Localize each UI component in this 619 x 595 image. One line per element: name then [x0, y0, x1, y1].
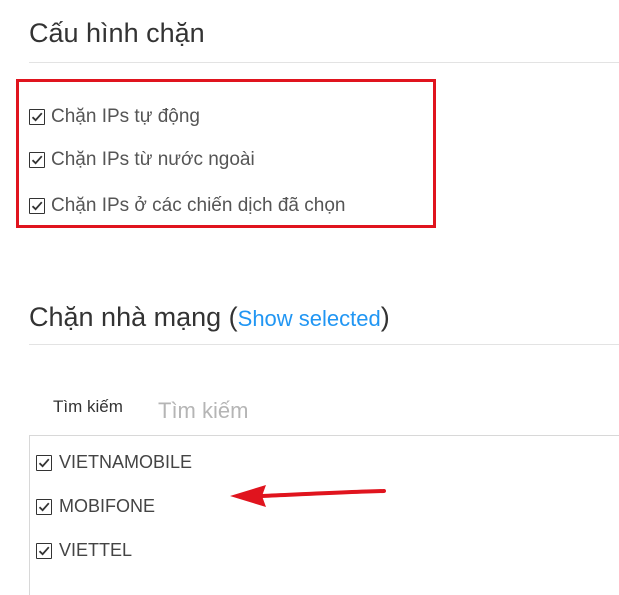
checkbox-checked-icon[interactable]	[36, 542, 52, 559]
red-arrow-annotation-icon	[230, 485, 386, 507]
checkbox-checked-icon[interactable]	[29, 198, 45, 214]
option-auto-block-ips[interactable]: Chặn IPs tự động	[29, 106, 200, 128]
option-label: Chặn IPs tự động	[51, 106, 200, 127]
carrier-label: VIETTEL	[59, 540, 133, 560]
carrier-item-vietnamobile[interactable]: VIETNAMOBILE	[36, 452, 192, 473]
option-block-selected-campaign-ips[interactable]: Chặn IPs ở các chiến dịch đã chọn	[29, 195, 345, 217]
carrier-label: VIETNAMOBILE	[59, 452, 193, 472]
carrier-block-title-suffix: )	[380, 302, 390, 332]
option-label: Chặn IPs từ nước ngoài	[51, 149, 255, 170]
option-label: Chặn IPs ở các chiến dịch đã chọn	[51, 195, 346, 216]
carrier-item-viettel[interactable]: VIETTEL	[36, 540, 132, 561]
carrier-label: MOBIFONE	[59, 496, 156, 516]
checkbox-checked-icon[interactable]	[29, 109, 45, 125]
carrier-block-divider	[29, 344, 619, 345]
option-block-foreign-ips[interactable]: Chặn IPs từ nước ngoài	[29, 149, 255, 171]
checkbox-checked-icon[interactable]	[29, 152, 45, 168]
block-config-title: Cấu hình chặn	[29, 18, 205, 48]
show-selected-link[interactable]: Show selected	[238, 306, 381, 331]
checkbox-checked-icon[interactable]	[36, 498, 52, 515]
checkbox-checked-icon[interactable]	[36, 454, 52, 471]
carrier-item-mobifone[interactable]: MOBIFONE	[36, 496, 155, 517]
block-config-divider	[29, 62, 619, 63]
search-input[interactable]	[158, 389, 619, 433]
carrier-block-title-prefix: Chặn nhà mạng (	[29, 302, 238, 332]
carrier-block-title: Chặn nhà mạng (Show selected)	[29, 302, 390, 333]
search-label: Tìm kiếm	[53, 397, 123, 416]
